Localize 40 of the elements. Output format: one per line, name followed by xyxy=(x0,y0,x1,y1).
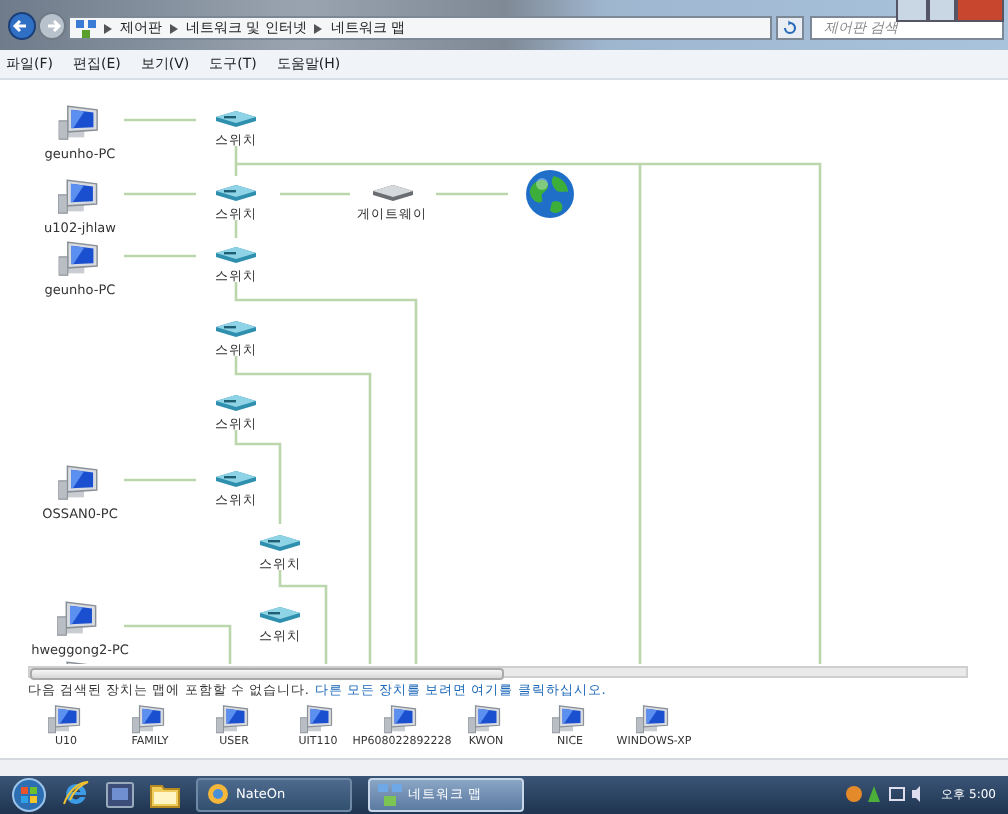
chevron-icon[interactable] xyxy=(104,23,112,33)
router-icon[interactable] xyxy=(370,183,414,202)
computer-icon xyxy=(58,463,102,502)
computer-icon xyxy=(300,703,336,735)
computer-icon xyxy=(384,703,420,735)
start-button[interactable] xyxy=(12,777,46,812)
computer-icon xyxy=(58,103,102,142)
forward-icon[interactable] xyxy=(38,12,66,40)
computer-icon xyxy=(636,703,672,735)
minimize-button[interactable] xyxy=(896,0,928,22)
network-icon xyxy=(76,19,96,37)
back-icon[interactable] xyxy=(8,12,36,40)
computer-icon xyxy=(58,239,102,278)
switch-icon[interactable] xyxy=(258,533,302,552)
refresh-icon[interactable] xyxy=(776,16,804,40)
switch-icon[interactable] xyxy=(214,393,258,412)
network-icon xyxy=(378,783,402,806)
horizontal-scrollbar[interactable] xyxy=(28,665,968,678)
folder-icon[interactable] xyxy=(150,781,180,808)
chevron-icon[interactable] xyxy=(170,23,178,33)
computer-icon xyxy=(58,177,102,216)
chat-icon xyxy=(206,782,230,807)
maximize-button[interactable] xyxy=(928,0,956,22)
switch-icon[interactable] xyxy=(214,183,258,202)
switch-icon[interactable] xyxy=(258,605,302,624)
switch-icon[interactable] xyxy=(214,245,258,264)
chevron-icon[interactable] xyxy=(314,23,323,33)
media-icon[interactable] xyxy=(106,781,134,808)
browser-icon[interactable] xyxy=(62,780,90,809)
computer-icon xyxy=(216,703,252,735)
computer-icon xyxy=(48,703,84,735)
globe-icon[interactable] xyxy=(524,167,576,220)
computer-icon xyxy=(132,703,168,735)
switch-icon[interactable] xyxy=(214,319,258,338)
switch-icon[interactable] xyxy=(214,109,258,128)
computer-icon xyxy=(552,703,588,735)
tray-icons-drawing[interactable] xyxy=(845,784,926,805)
switch-icon[interactable] xyxy=(214,469,258,488)
computer-icon xyxy=(468,703,504,735)
computer-icon xyxy=(58,599,102,638)
